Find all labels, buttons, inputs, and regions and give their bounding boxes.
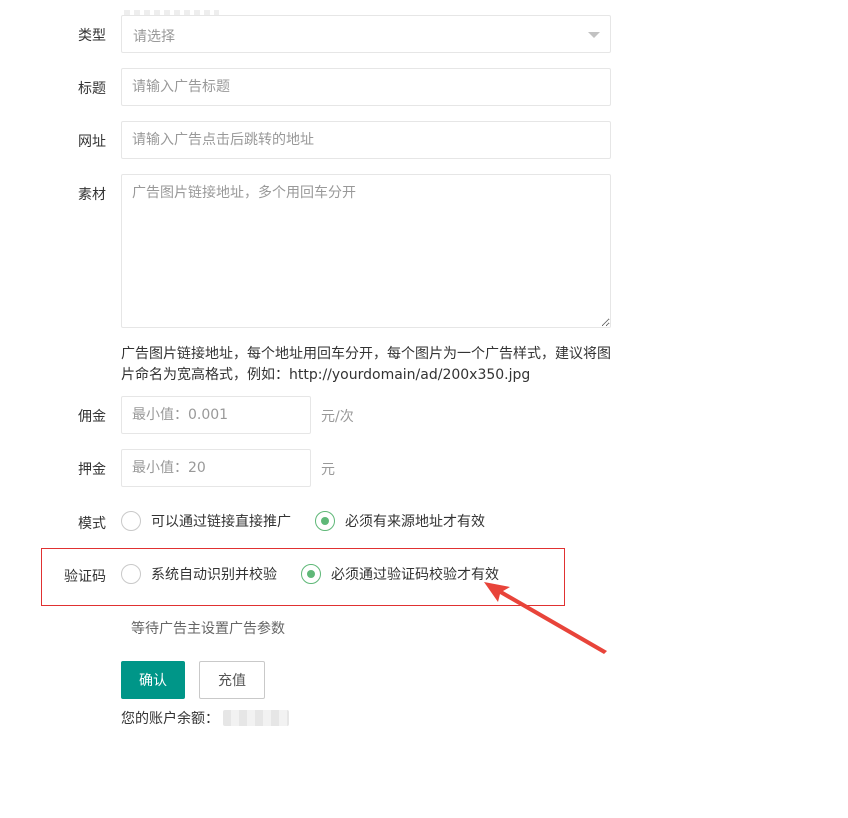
commission-input[interactable] [121, 396, 311, 434]
material-label: 素材 [78, 187, 106, 203]
type-select-placeholder: 请选择 [133, 29, 175, 45]
title-label: 标题 [78, 81, 106, 97]
balance-redacted-value [223, 710, 289, 726]
commission-label: 佣金 [78, 409, 106, 425]
deposit-label: 押金 [78, 462, 106, 478]
url-label: 网址 [78, 134, 106, 150]
material-textarea[interactable] [121, 174, 611, 328]
recharge-button[interactable]: 充值 [199, 661, 265, 699]
deposit-input[interactable] [121, 449, 311, 487]
title-input[interactable] [121, 68, 611, 106]
mode-option-direct[interactable]: 可以通过链接直接推广 [121, 511, 291, 531]
mode-option-referer[interactable]: 必须有来源地址才有效 [315, 511, 485, 531]
type-label: 类型 [78, 28, 106, 44]
radio-unchecked-icon [121, 564, 141, 584]
captcha-option-auto-label: 系统自动识别并校验 [151, 567, 277, 583]
mode-option-referer-label: 必须有来源地址才有效 [345, 514, 485, 530]
captcha-label: 验证码 [64, 569, 106, 585]
chevron-down-icon [588, 32, 600, 38]
type-select[interactable]: 请选择 [121, 15, 611, 53]
commission-unit: 元/次 [321, 409, 354, 425]
captcha-option-auto[interactable]: 系统自动识别并校验 [121, 564, 277, 584]
mode-option-direct-label: 可以通过链接直接推广 [151, 514, 291, 530]
radio-checked-icon [315, 511, 335, 531]
url-input[interactable] [121, 121, 611, 159]
balance-label: 您的账户余额： [121, 711, 219, 727]
deposit-unit: 元 [321, 462, 335, 478]
status-text: 等待广告主设置广告参数 [131, 621, 285, 637]
radio-unchecked-icon [121, 511, 141, 531]
account-balance: 您的账户余额： [121, 708, 289, 728]
mode-label: 模式 [78, 516, 106, 532]
radio-checked-icon [301, 564, 321, 584]
material-hint: 广告图片链接地址，每个地址用回车分开，每个图片为一个广告样式，建议将图片命名为宽… [121, 346, 611, 383]
confirm-button[interactable]: 确认 [121, 661, 185, 699]
annotation-arrow-icon [484, 582, 607, 654]
